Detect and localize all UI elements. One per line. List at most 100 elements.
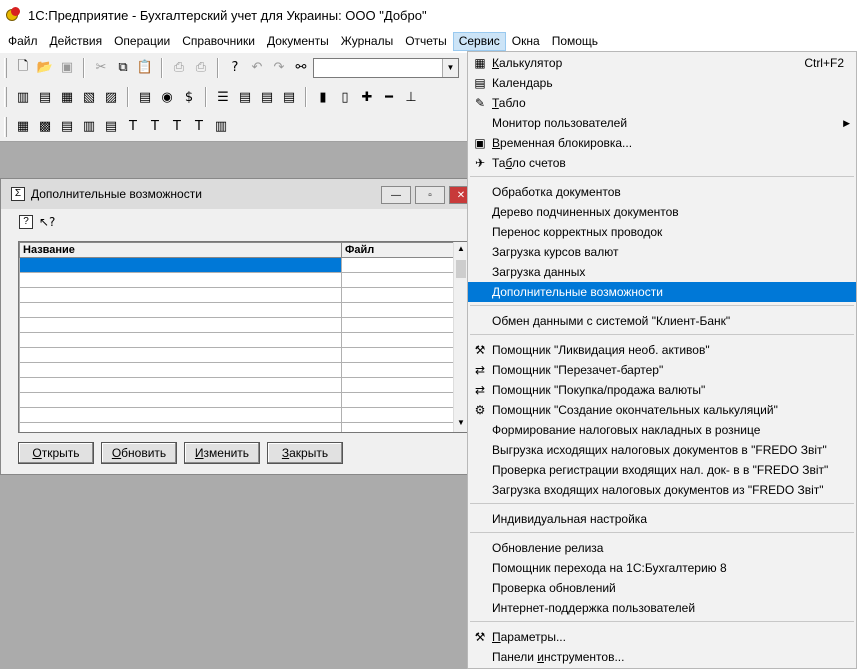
report-checker-icon[interactable]: ▩ [35, 117, 55, 137]
report-t-icon[interactable]: T [123, 117, 143, 137]
toolbar-grip[interactable] [4, 57, 7, 78]
cell-file[interactable] [341, 392, 455, 408]
report-bars-icon[interactable]: ▥ [211, 117, 231, 137]
menu-item-tablo[interactable]: ✎ Табло [468, 93, 856, 113]
menu-item-check-updates[interactable]: Проверка обновлений [468, 578, 856, 598]
table-row[interactable] [19, 302, 455, 318]
balance-icon[interactable]: ⊥ [401, 87, 421, 107]
menu-item-fredo-in[interactable]: Загрузка входящих налоговых документов и… [468, 480, 856, 500]
menu-journals[interactable]: Журналы [335, 32, 399, 51]
cell-name[interactable] [19, 377, 342, 393]
menu-help[interactable]: Помощь [546, 32, 604, 51]
list-icon[interactable]: ☰ [213, 87, 233, 107]
cell-name[interactable] [19, 317, 342, 333]
report-t3-icon[interactable]: T [167, 117, 187, 137]
cell-file[interactable] [341, 317, 455, 333]
cell-name[interactable] [19, 392, 342, 408]
maximize-button[interactable]: ▫ [415, 186, 445, 204]
table-row[interactable] [19, 362, 455, 378]
cell-file[interactable] [341, 347, 455, 363]
toolbar-grip[interactable] [4, 116, 7, 137]
cell-name[interactable] [19, 407, 342, 423]
pointer-help-icon[interactable]: ↖? [39, 215, 55, 229]
cell-name[interactable] [19, 362, 342, 378]
menu-item-users-monitor[interactable]: Монитор пользователей ▶ [468, 113, 856, 133]
column-header-file[interactable]: Файл [341, 242, 455, 258]
cell-file[interactable] [341, 272, 455, 288]
redo-icon[interactable]: ↷ [269, 58, 289, 78]
table-row[interactable] [19, 317, 455, 333]
scroll-up-icon[interactable]: ▲ [455, 244, 467, 256]
table-row[interactable] [19, 287, 455, 303]
menu-item-internet-support[interactable]: Интернет-поддержка пользователей [468, 598, 856, 618]
menu-item-individual[interactable]: Индивидуальная настройка [468, 509, 856, 529]
menu-directories[interactable]: Справочники [176, 32, 261, 51]
undo-icon[interactable]: ↶ [247, 58, 267, 78]
menu-item-toolbars[interactable]: Панели инструментов... [468, 647, 856, 667]
print-icon[interactable]: ⎙ [169, 58, 189, 78]
table-row[interactable] [19, 422, 455, 432]
report-t2-icon[interactable]: T [145, 117, 165, 137]
help-icon[interactable]: ? [19, 215, 33, 229]
cell-file[interactable] [341, 377, 455, 393]
report-grid-icon[interactable]: ▦ [13, 117, 33, 137]
new-document-icon[interactable]: 🗋 [13, 58, 33, 78]
search-combo[interactable]: ▼ [313, 57, 459, 78]
table-row[interactable] [19, 332, 455, 348]
cell-file[interactable] [341, 407, 455, 423]
cell-file[interactable] [341, 257, 455, 273]
cell-name[interactable] [19, 272, 342, 288]
menu-item-accounts-table[interactable]: ✈ Табло счетов [468, 153, 856, 173]
chevron-down-icon[interactable]: ▼ [442, 58, 458, 77]
menu-item-doc-processing[interactable]: Обработка документов [468, 182, 856, 202]
menu-item-retail-invoices[interactable]: Формирование налоговых накладных в розни… [468, 420, 856, 440]
menu-item-wizard-liquidation[interactable]: ⚒ Помощник "Ликвидация необ. активов" [468, 340, 856, 360]
cell-name[interactable] [19, 257, 342, 273]
open-button[interactable]: Открыть [18, 442, 94, 464]
menu-item-calendar[interactable]: ▤ Календарь [468, 73, 856, 93]
tmc-icon[interactable]: ▤ [135, 87, 155, 107]
menu-windows[interactable]: Окна [506, 32, 546, 51]
toolbar-grip[interactable] [4, 87, 7, 107]
wheel-icon[interactable]: ◉ [157, 87, 177, 107]
close-button[interactable]: Закрыть [267, 442, 343, 464]
table-row[interactable] [19, 377, 455, 393]
plus-icon[interactable]: ✚ [357, 87, 377, 107]
scroll-thumb[interactable] [456, 260, 466, 278]
report-t4-icon[interactable]: T [189, 117, 209, 137]
operations-icon[interactable]: ▦ [57, 87, 77, 107]
edit-button[interactable]: Изменить [184, 442, 260, 464]
copy-icon[interactable]: ⧉ [113, 58, 133, 78]
menu-item-calculator[interactable]: ▦ Калькулятор Ctrl+F2 [468, 53, 856, 73]
cut-icon[interactable]: ✂ [91, 58, 111, 78]
menu-item-wizard-migrate[interactable]: Помощник перехода на 1С:Бухгалтерию 8 [468, 558, 856, 578]
open-folder-icon[interactable]: 📂 [35, 58, 55, 78]
report-sheet-icon[interactable]: ▤ [101, 117, 121, 137]
journal-icon[interactable]: ▤ [35, 87, 55, 107]
refresh-button[interactable]: Обновить [101, 442, 177, 464]
cell-file[interactable] [341, 302, 455, 318]
table-row[interactable] [19, 407, 455, 423]
column-header-name[interactable]: Название [19, 242, 342, 258]
table-row[interactable] [19, 257, 455, 273]
menu-item-wizard-calc[interactable]: ⚙ Помощник "Создание окончательных кальк… [468, 400, 856, 420]
menu-item-fredo-out[interactable]: Выгрузка исходящих налоговых документов … [468, 440, 856, 460]
menu-item-wizard-currency[interactable]: ⇄ Помощник "Покупка/продажа валюты" [468, 380, 856, 400]
menu-item-params[interactable]: ⚒ Параметры... [468, 627, 856, 647]
menu-item-subordinate-tree[interactable]: Дерево подчиненных документов [468, 202, 856, 222]
table-row[interactable] [19, 347, 455, 363]
minus-icon[interactable]: ━ [379, 87, 399, 107]
currency-icon[interactable]: $ [179, 87, 199, 107]
menu-item-temp-lock[interactable]: ▣ Временная блокировка... [468, 133, 856, 153]
menu-actions[interactable]: Действия [44, 32, 109, 51]
scroll-down-icon[interactable]: ▼ [455, 418, 467, 430]
menu-item-client-bank[interactable]: Обмен данными с системой "Клиент-Банк" [468, 311, 856, 331]
find-binoculars-icon[interactable]: ⚯ [291, 58, 311, 78]
register-icon[interactable]: ▧ [79, 87, 99, 107]
book-icon[interactable]: ▮ [313, 87, 333, 107]
cell-name[interactable] [19, 302, 342, 318]
print-preview-icon[interactable]: ⎙ [191, 58, 211, 78]
cell-file[interactable] [341, 362, 455, 378]
help-context-icon[interactable]: ? [225, 58, 245, 78]
menu-item-load-rates[interactable]: Загрузка курсов валют [468, 242, 856, 262]
